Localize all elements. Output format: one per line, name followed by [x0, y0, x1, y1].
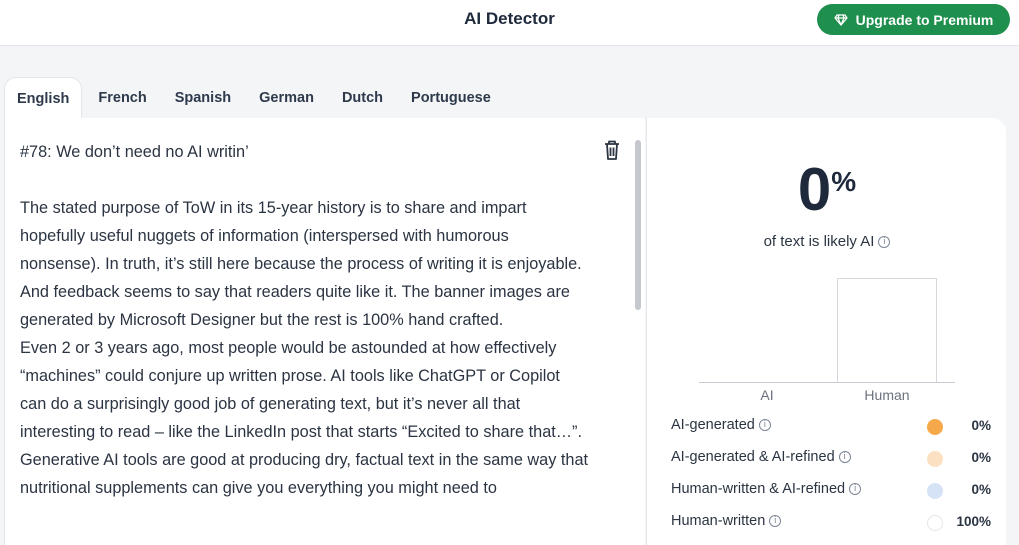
info-icon[interactable]: i — [878, 236, 891, 249]
legend-label: AI-generated & AI-refined i — [671, 449, 851, 465]
upgrade-premium-button[interactable]: Upgrade to Premium — [817, 4, 1010, 35]
info-icon[interactable]: i — [838, 451, 851, 464]
legend-value: 100% — [956, 514, 991, 529]
ai-score-unit: % — [831, 166, 857, 197]
language-tabs: English French Spanish German Dutch Portugues… — [4, 77, 507, 119]
info-icon[interactable]: i — [758, 419, 771, 432]
tab-english[interactable]: English — [4, 77, 83, 119]
x-label-ai: AI — [760, 387, 774, 403]
editor-paragraph: #78: We don’t need no AI writin’ — [20, 143, 249, 161]
tab-french[interactable]: French — [86, 77, 158, 119]
tab-dutch[interactable]: Dutch — [330, 77, 395, 119]
chart-axis — [699, 382, 955, 383]
upgrade-label: Upgrade to Premium — [855, 11, 994, 28]
bar-human — [837, 278, 937, 382]
ai-score-value: 0 — [797, 156, 832, 223]
legend-row: Human-written & AI-refined i 0% — [671, 478, 991, 510]
legend-value: 0% — [971, 482, 991, 497]
trash-icon[interactable] — [602, 139, 622, 161]
editor-scrollbar[interactable] — [635, 140, 641, 310]
legend-color-dot — [927, 419, 943, 435]
legend-row: AI-generated i 0% — [671, 414, 991, 446]
tab-german[interactable]: German — [247, 77, 326, 119]
info-icon[interactable]: i — [769, 515, 782, 528]
editor-paragraph: The stated purpose of ToW in its 15-year… — [20, 199, 582, 329]
legend-value: 0% — [971, 418, 991, 433]
score-chart: AI Human — [699, 268, 955, 403]
legend-label: AI-generated i — [671, 417, 771, 433]
legend-label-text: Human-written & AI-refined — [671, 481, 846, 497]
likely-ai-text: of text is likely AI — [763, 233, 875, 250]
tab-spanish[interactable]: Spanish — [163, 77, 243, 119]
editor-paragraph: Even 2 or 3 years ago, most people would… — [20, 339, 582, 441]
editor-text[interactable]: #78: We don’t need no AI writin’ The stat… — [20, 138, 590, 502]
legend-color-dot — [927, 451, 943, 467]
x-label-human: Human — [864, 387, 910, 403]
legend-label: Human-written i — [671, 513, 782, 529]
app-header: AI Detector Upgrade to Premium — [0, 0, 1019, 46]
legend-row: Human-written i 100% — [671, 510, 991, 542]
editor-paragraph: Generative AI tools are good at producin… — [20, 451, 589, 497]
diamond-icon — [833, 13, 848, 26]
legend-label: Human-written & AI-refined i — [671, 481, 862, 497]
legend-label-text: AI-generated — [671, 417, 755, 433]
legend-row: AI-generated & AI-refined i 0% — [671, 446, 991, 478]
editor-paragraph — [20, 166, 590, 194]
legend-label-text: AI-generated & AI-refined — [671, 449, 835, 465]
text-editor[interactable]: #78: We don’t need no AI writin’ The stat… — [4, 118, 645, 545]
tab-portuguese[interactable]: Portuguese — [399, 77, 503, 119]
legend-color-dot — [927, 483, 943, 499]
likely-ai-caption: of text is likely AI i — [647, 233, 1007, 250]
score-legend: AI-generated i 0% AI-generated & AI-refined… — [671, 414, 991, 542]
results-panel: 0% of text is likely AI i AI Human AI-gene… — [646, 118, 1006, 545]
info-icon[interactable]: i — [849, 483, 862, 496]
legend-value: 0% — [971, 450, 991, 465]
legend-label-text: Human-written — [671, 513, 766, 529]
ai-score: 0% — [647, 160, 1007, 220]
legend-color-dot — [927, 515, 943, 531]
